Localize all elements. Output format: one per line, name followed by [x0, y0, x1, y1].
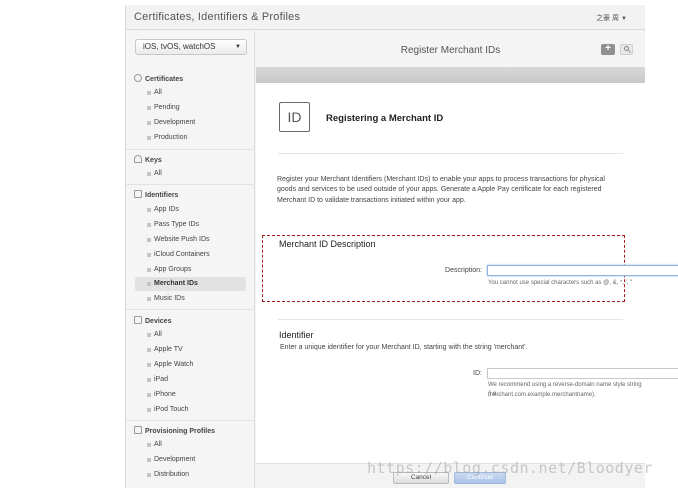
section-title: Devices	[145, 318, 172, 325]
divider	[278, 153, 623, 154]
description-input[interactable]	[487, 265, 678, 276]
certificate-icon	[134, 74, 142, 82]
user-menu[interactable]: 之豪 周 ▼	[596, 13, 627, 23]
main-content: ID Registering a Merchant ID Register yo…	[256, 83, 678, 488]
sidebar-item-pass-type-ids[interactable]: Pass Type IDs	[135, 218, 246, 232]
platform-select[interactable]: iOS, tvOS, watchOS ▼	[135, 39, 247, 55]
section-provisioning-profiles: Provisioning Profiles	[134, 426, 215, 435]
section-title: Keys	[145, 157, 162, 164]
search-button[interactable]	[620, 44, 633, 55]
divider	[126, 184, 255, 185]
id-card-icon	[134, 190, 142, 198]
sidebar-item-certificates-pending[interactable]: Pending	[135, 101, 246, 115]
divider	[278, 319, 623, 320]
divider	[126, 309, 255, 310]
search-icon-handle	[628, 50, 631, 53]
sidebar-item-ipad[interactable]: iPad	[135, 373, 246, 387]
id-input[interactable]	[487, 368, 678, 379]
description-label: Description:	[445, 267, 482, 274]
sidebar-item-profiles-distribution[interactable]: Distribution	[135, 468, 246, 482]
section-heading: Registering a Merchant ID	[326, 113, 444, 124]
sidebar-item-devices-all[interactable]: All	[135, 328, 246, 342]
sidebar: iOS, tvOS, watchOS ▼ Certificates All Pe…	[126, 31, 255, 488]
intro-text: Register your Merchant Identifiers (Merc…	[277, 176, 605, 204]
sidebar-item-profiles-all[interactable]: All	[135, 438, 246, 452]
section-keys: Keys	[134, 155, 162, 164]
id-hint-line2: merchant.com.example.merchantname).	[488, 392, 596, 398]
user-name: 之豪 周	[596, 15, 620, 22]
app-title: Certificates, Identifiers & Profiles	[134, 11, 301, 23]
section-devices: Devices	[134, 316, 171, 325]
divider	[126, 420, 255, 421]
description-hint: You cannot use special characters such a…	[488, 280, 633, 286]
sidebar-item-apple-tv[interactable]: Apple TV	[135, 343, 246, 357]
identifier-section-title: Identifier	[279, 330, 314, 340]
top-bar: Certificates, Identifiers & Profiles 之豪 …	[126, 5, 645, 30]
device-icon	[134, 316, 142, 324]
sidebar-item-certificates-production[interactable]: Production	[135, 131, 246, 145]
key-icon	[134, 155, 142, 163]
section-title: Provisioning Profiles	[145, 428, 216, 435]
sidebar-item-keys-all[interactable]: All	[135, 167, 246, 181]
sidebar-item-music-ids[interactable]: Music IDs	[135, 292, 246, 306]
sidebar-item-app-groups[interactable]: App Groups	[135, 263, 246, 277]
sidebar-item-certificates-development[interactable]: Development	[135, 116, 246, 130]
sidebar-item-profiles-development[interactable]: Development	[135, 453, 246, 467]
sidebar-item-certificates-all[interactable]: All	[135, 86, 246, 100]
sidebar-item-app-ids[interactable]: App IDs	[135, 203, 246, 217]
chevron-down-icon: ▼	[235, 44, 241, 50]
chevron-down-icon: ▼	[621, 16, 627, 22]
id-label: ID:	[473, 370, 482, 377]
section-identifiers: Identifiers	[134, 190, 178, 199]
sidebar-item-merchant-ids[interactable]: Merchant IDs	[135, 277, 246, 291]
platform-select-value: iOS, tvOS, watchOS	[143, 42, 216, 51]
document-icon	[134, 426, 142, 434]
id-icon: ID	[279, 102, 310, 132]
sidebar-item-ipod-touch[interactable]: iPod Touch	[135, 403, 246, 417]
watermark: https://blog.csdn.net/Bloodyer	[367, 459, 653, 477]
header-band	[256, 67, 645, 83]
sidebar-item-iphone[interactable]: iPhone	[135, 388, 246, 402]
description-section-title: Merchant ID Description	[279, 239, 376, 249]
identifier-intro: Enter a unique identifier for your Merch…	[280, 344, 528, 351]
add-button[interactable]: +	[601, 44, 615, 55]
sidebar-item-apple-watch[interactable]: Apple Watch	[135, 358, 246, 372]
section-title: Certificates	[145, 76, 184, 83]
section-certificates: Certificates	[134, 74, 183, 83]
developer-portal-page: Certificates, Identifiers & Profiles 之豪 …	[125, 5, 678, 488]
main-header: Register Merchant IDs +	[256, 31, 645, 67]
section-title: Identifiers	[145, 192, 179, 199]
sidebar-item-icloud-containers[interactable]: iCloud Containers	[135, 248, 246, 262]
plus-icon: +	[605, 43, 611, 54]
sidebar-item-website-push-ids[interactable]: Website Push IDs	[135, 233, 246, 247]
page-title: Register Merchant IDs	[400, 45, 501, 56]
divider	[126, 149, 255, 150]
